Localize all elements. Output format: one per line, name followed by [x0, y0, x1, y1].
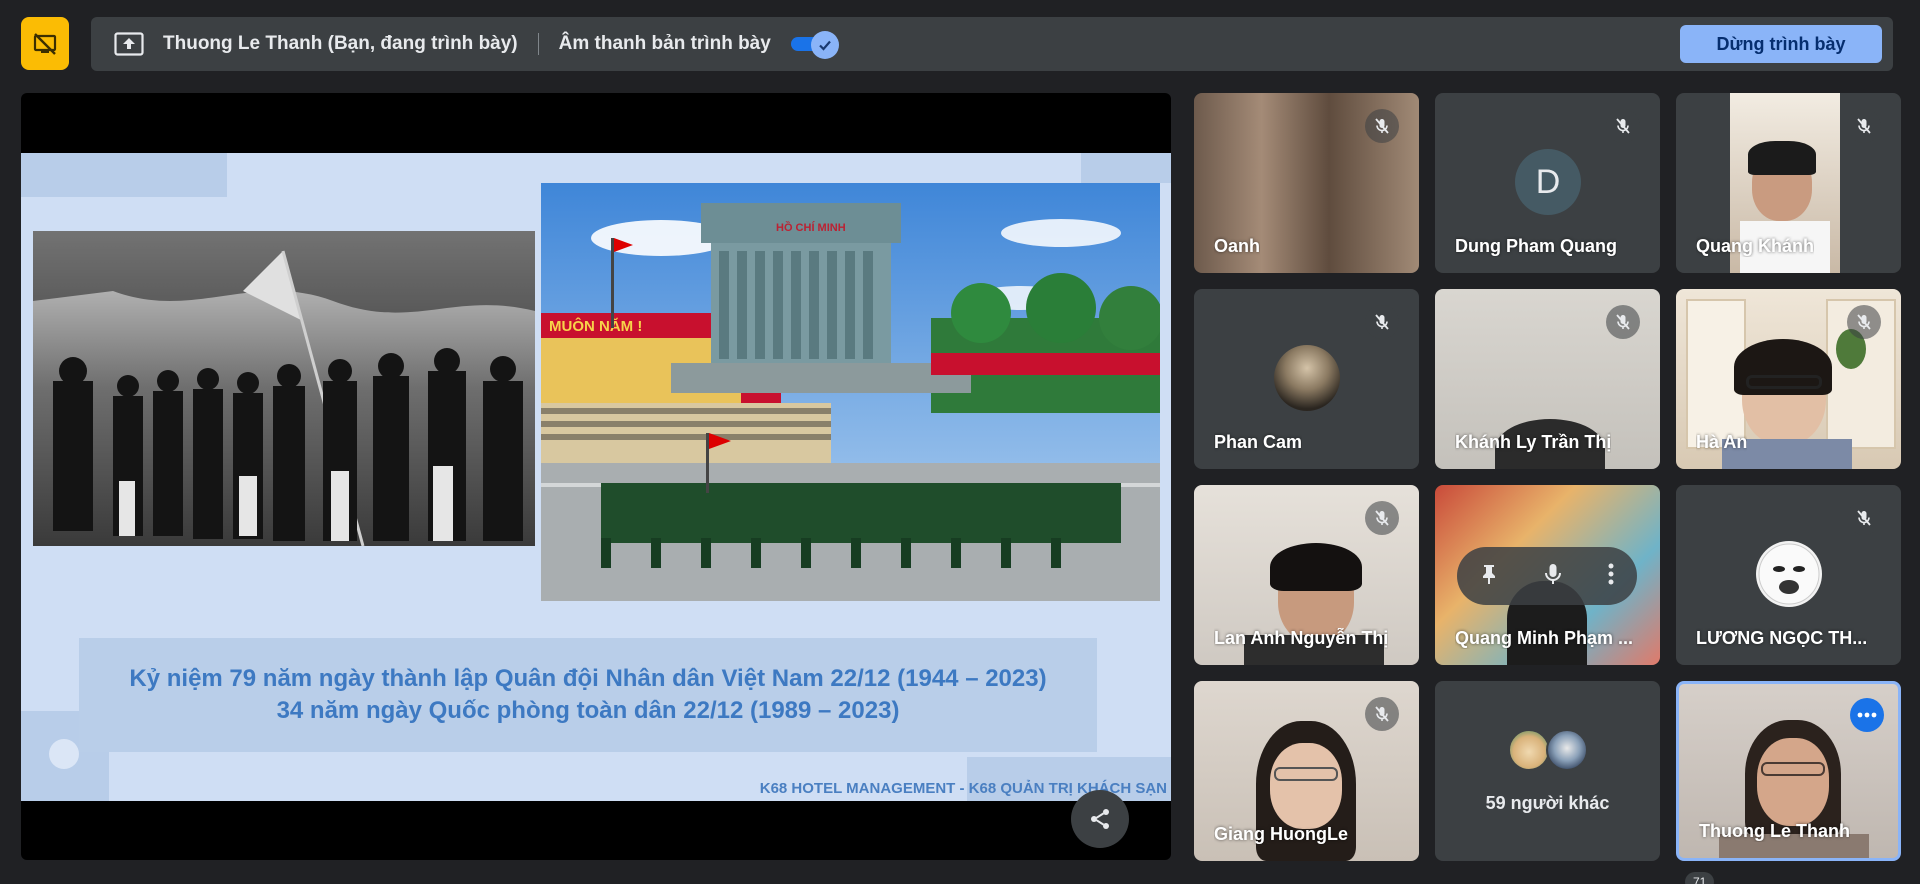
slide-caption: Kỷ niệm 79 năm ngày thành lập Quân đội N… — [79, 638, 1097, 752]
others-avatars — [1435, 729, 1660, 771]
self-tile[interactable]: Thuong Le Thanh — [1676, 681, 1901, 861]
caption-line-1: Kỷ niệm 79 năm ngày thành lập Quân đội N… — [129, 665, 1047, 692]
participant-name: Quang Khánh — [1696, 236, 1814, 256]
more-vert-icon[interactable] — [1608, 563, 1614, 590]
no-present-icon — [33, 32, 57, 55]
participant-tile[interactable]: Quang Minh Phạm ... — [1435, 485, 1660, 665]
participant-tile[interactable]: LƯƠNG NGỌC TH... — [1676, 485, 1901, 665]
mic-off-icon — [1365, 305, 1399, 339]
participant-tile[interactable]: Oanh — [1194, 93, 1419, 273]
participant-tile[interactable]: Giang HuongLe — [1194, 681, 1419, 861]
avatar — [1756, 541, 1822, 607]
check-icon — [810, 31, 839, 59]
participant-tile[interactable]: Quang Khánh — [1676, 93, 1901, 273]
mic-off-icon — [1606, 305, 1640, 339]
presenting-bar: Thuong Le Thanh (Bạn, đang trình bày) Âm… — [91, 17, 1893, 71]
participant-count-badge: 71 — [1685, 872, 1715, 884]
screen-share-icon — [113, 31, 145, 57]
divider — [537, 33, 539, 55]
mic-off-icon — [1847, 305, 1881, 339]
banner-text: MUÔN NĂM ! — [549, 317, 642, 335]
others-tile[interactable]: 59 người khác — [1435, 681, 1660, 861]
mic-off-icon — [1847, 501, 1881, 535]
presentation-audio-toggle[interactable] — [790, 31, 839, 59]
presentation-stage: MUÔN NĂM ! HỒ CHÍ MINH Kỷ niệm 79 năm ng… — [21, 93, 1171, 860]
caption-line-2: 34 năm ngày Quốc phòng toàn dân 22/12 (1… — [276, 697, 900, 724]
participant-name: Khánh Ly Trần Thị — [1455, 432, 1612, 452]
mic-off-icon — [1365, 109, 1399, 143]
avatar — [1507, 729, 1550, 771]
avatar — [1274, 345, 1340, 411]
historic-photo — [33, 231, 535, 546]
participant-name: Hà An — [1696, 432, 1748, 452]
others-count: 59 người khác — [1485, 793, 1610, 813]
participant-name: LƯƠNG NGỌC TH... — [1696, 628, 1868, 648]
participant-tile[interactable]: D Dung Pham Quang — [1435, 93, 1660, 273]
presentation-audio-label: Âm thanh bản trình bày — [558, 33, 771, 54]
mic-off-icon — [1847, 109, 1881, 143]
share-button[interactable] — [1071, 790, 1129, 848]
participant-name: Dung Pham Quang — [1455, 236, 1617, 256]
tile-hover-controls — [1457, 547, 1637, 605]
mic-off-icon — [1365, 501, 1399, 535]
mic-off-icon — [1606, 109, 1640, 143]
avatar — [1545, 729, 1588, 771]
presenter-label: Thuong Le Thanh (Bạn, đang trình bày) — [163, 33, 518, 54]
participant-tile[interactable]: Khánh Ly Trần Thị — [1435, 289, 1660, 469]
mausoleum-photo: MUÔN NĂM ! HỒ CHÍ MINH — [541, 183, 1160, 601]
avatar: D — [1515, 149, 1581, 215]
more-options-button[interactable] — [1850, 698, 1884, 732]
mic-icon[interactable] — [1543, 562, 1563, 591]
more-horiz-icon — [1857, 712, 1877, 718]
slide: MUÔN NĂM ! HỒ CHÍ MINH Kỷ niệm 79 năm ng… — [21, 153, 1171, 801]
stop-presenting-button[interactable]: Dừng trình bày — [1680, 25, 1882, 63]
participant-tile[interactable]: Hà An — [1676, 289, 1901, 469]
mausoleum-text: HỒ CHÍ MINH — [776, 221, 846, 234]
participant-name: Oanh — [1214, 236, 1261, 256]
meet-window: Thuong Le Thanh (Bạn, đang trình bày) Âm… — [0, 0, 1920, 884]
participant-tile[interactable]: Lan Anh Nguyễn Thị — [1194, 485, 1419, 665]
participant-name: Giang HuongLe — [1214, 824, 1348, 844]
participant-name: Phan Cam — [1214, 432, 1303, 452]
participant-name: Thuong Le Thanh — [1699, 821, 1850, 841]
mic-off-icon — [1365, 697, 1399, 731]
presenting-indicator[interactable] — [21, 17, 69, 70]
participant-name: Lan Anh Nguyễn Thị — [1214, 628, 1389, 648]
pin-icon[interactable] — [1480, 563, 1498, 590]
participant-name: Quang Minh Phạm ... — [1455, 628, 1634, 648]
share-icon — [1091, 809, 1109, 829]
participant-tile[interactable]: Phan Cam — [1194, 289, 1419, 469]
